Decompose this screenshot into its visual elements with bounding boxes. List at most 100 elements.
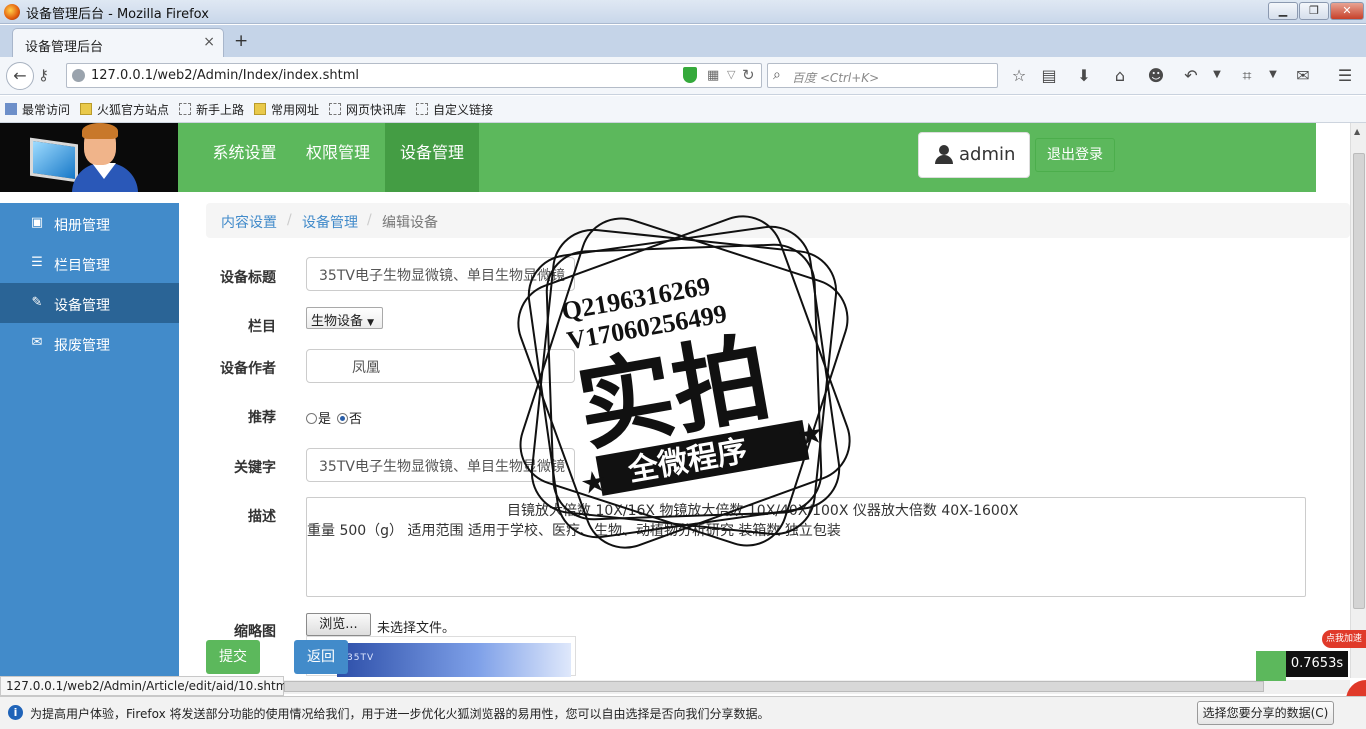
top-navbar: 系统设置 权限管理 设备管理 admin 退出登录 (0, 123, 1316, 192)
sidebar-item-album[interactable]: ▣ 相册管理 (0, 203, 179, 243)
title-input[interactable]: 35TV电子生物显微镜、单目生物显微镜 (306, 257, 575, 291)
url-text[interactable]: 127.0.0.1/web2/Admin/Index/index.shtml (91, 68, 359, 83)
speed-up-tag[interactable]: 点我加速 (1322, 630, 1366, 648)
bookmark-common-sites[interactable]: 常用网址 (254, 101, 319, 118)
smiley-icon[interactable]: ☻ (1146, 66, 1166, 85)
no-file-text: 未选择文件。 (377, 621, 456, 636)
radio-selected-icon[interactable] (337, 413, 348, 424)
bookmark-web-slices[interactable]: 网页快讯库 (329, 101, 406, 118)
scroll-up-icon[interactable]: ▲ (1354, 127, 1360, 136)
home-icon[interactable]: ⌂ (1110, 66, 1130, 85)
logout-button[interactable]: 退出登录 (1035, 138, 1115, 172)
category-label: 栏目 (248, 319, 276, 335)
picture-icon: ▣ (30, 215, 44, 230)
bookmark-label: 自定义链接 (433, 103, 494, 117)
bookmark-custom-links[interactable]: 自定义链接 (416, 101, 493, 118)
info-icon: i (8, 705, 23, 720)
browse-file-button[interactable]: 浏览... (306, 613, 371, 636)
bookmark-most-visited[interactable]: 最常访问 (5, 101, 70, 118)
recommend-label: 推荐 (248, 410, 276, 426)
scrollbar-thumb[interactable] (284, 681, 1264, 692)
category-select[interactable]: 生物设备 ▼ (306, 307, 383, 329)
horizontal-scrollbar[interactable] (284, 680, 1350, 694)
radio-icon[interactable] (306, 413, 317, 424)
share-data-button[interactable]: 选择您要分享的数据(C) (1197, 701, 1334, 725)
sidebar-item-label: 栏目管理 (54, 258, 110, 274)
description-line: 重量 500（g） 适用范围 适用于学校、医疗、生物、动植物分析研究 装箱数 独… (307, 523, 841, 539)
user-button[interactable]: admin (918, 132, 1030, 178)
recommend-yes-radio[interactable]: 是 (306, 408, 331, 427)
bookmark-label: 常用网址 (271, 103, 320, 117)
nav-device-management[interactable]: 设备管理 (385, 123, 479, 192)
bookmark-getting-started[interactable]: 新手上路 (179, 101, 244, 118)
submit-button[interactable]: 提交 (206, 640, 260, 674)
search-icon: ⌕ (773, 67, 781, 83)
url-bar[interactable]: 127.0.0.1/web2/Admin/Index/index.shtml ▦… (66, 63, 762, 88)
bookmark-star-icon[interactable]: ☆ (1009, 66, 1029, 85)
menu-icon[interactable]: ☰ (1335, 66, 1355, 85)
bookmark-label: 网页快讯库 (346, 103, 407, 117)
back-form-button[interactable]: 返回 (294, 640, 348, 674)
key-icon[interactable]: ⚷ (38, 66, 49, 84)
maximize-button[interactable]: ❐ (1299, 2, 1329, 20)
search-placeholder[interactable]: 百度 <Ctrl+K> (792, 69, 879, 86)
bookmark-label: 最常访问 (22, 103, 71, 117)
back-button[interactable]: ← (6, 62, 34, 90)
notification-bar: i 为提高用户体验，Firefox 将发送部分功能的使用情况给我们，用于进一步优… (0, 696, 1366, 729)
leaf-icon[interactable] (1256, 651, 1286, 681)
keywords-label: 关键字 (234, 460, 276, 476)
tab-close-icon[interactable]: × (203, 34, 215, 50)
download-icon[interactable]: ⬇ (1074, 66, 1094, 85)
nav-system-settings[interactable]: 系统设置 (198, 123, 291, 192)
bookmark-firefox-site[interactable]: 火狐官方站点 (80, 101, 169, 118)
new-tab-icon[interactable]: + (234, 31, 248, 51)
monitor-illustration (30, 137, 78, 183)
recommend-no-radio[interactable]: 否 (337, 408, 362, 427)
dropdown-icon[interactable]: ▽ (727, 68, 735, 81)
sidebar-item-scrap[interactable]: ✉ 报废管理 (0, 323, 179, 363)
chevron-down-icon: ▼ (367, 318, 375, 328)
tab-device-admin[interactable]: 设备管理后台 × (12, 28, 224, 57)
user-icon (935, 145, 953, 165)
reading-list-icon[interactable]: ▤ (1039, 66, 1059, 85)
tab-label: 设备管理后台 (25, 40, 104, 55)
crop-dropdown-icon[interactable]: ▼ (1263, 69, 1283, 80)
category-select-value: 生物设备 (311, 314, 364, 329)
envelope-icon: ✉ (31, 335, 43, 350)
title-label: 设备标题 (220, 270, 276, 286)
undo-icon[interactable]: ↶ (1181, 66, 1201, 85)
page-icon (329, 103, 341, 115)
bookmark-label: 火狐官方站点 (97, 103, 170, 117)
undo-dropdown-icon[interactable]: ▼ (1207, 69, 1227, 80)
minimize-button[interactable]: ▁ (1268, 2, 1298, 20)
page-icon (416, 103, 428, 115)
sidebar-item-devices[interactable]: ✎ 设备管理 (0, 283, 179, 323)
description-line: 目镜放大倍数 10X/16X 物镜放大倍数 10X/40X/100X 仪器放大倍… (507, 503, 1019, 519)
keywords-input[interactable]: 35TV电子生物显微镜、单目生物显微镜 (306, 448, 575, 482)
nav-permission-management[interactable]: 权限管理 (291, 123, 385, 192)
search-bar[interactable]: ⌕ 百度 <Ctrl+K> (767, 63, 998, 88)
reload-icon[interactable]: ↻ (742, 66, 755, 84)
edit-icon: ✎ (31, 295, 43, 310)
breadcrumb-content-settings[interactable]: 内容设置 (221, 212, 277, 232)
radio-label: 是 (318, 412, 332, 427)
description-textarea[interactable]: 目镜放大倍数 10X/16X 物镜放大倍数 10X/40X/100X 仪器放大倍… (306, 497, 1306, 597)
window-title: 设备管理后台 - Mozilla Firefox (26, 7, 209, 22)
scrollbar-thumb[interactable] (1353, 153, 1365, 609)
navigation-toolbar: ← ⚷ 127.0.0.1/web2/Admin/Index/index.sht… (0, 57, 1366, 95)
vertical-scrollbar[interactable]: ▲ (1350, 123, 1366, 678)
sidebar: ▣ 相册管理 ☰ 栏目管理 ✎ 设备管理 ✉ 报废管理 (0, 203, 179, 678)
crop-icon[interactable]: ⌗ (1237, 66, 1257, 86)
sidebar-item-columns[interactable]: ☰ 栏目管理 (0, 243, 179, 283)
author-input[interactable]: 凤凰 (306, 349, 575, 383)
username: admin (959, 144, 1016, 165)
close-window-button[interactable]: ✕ (1330, 2, 1364, 20)
window-titlebar: 设备管理后台 - Mozilla Firefox ▁ ❐ ✕ (0, 0, 1366, 24)
chat-icon[interactable]: ✉ (1293, 66, 1313, 85)
qr-code-icon[interactable]: ▦ (707, 68, 719, 83)
breadcrumb-device-management[interactable]: 设备管理 (302, 212, 358, 232)
description-label: 描述 (248, 509, 276, 525)
sidebar-item-label: 报废管理 (54, 338, 110, 354)
page-icon (179, 103, 191, 115)
shield-icon[interactable] (683, 67, 697, 83)
